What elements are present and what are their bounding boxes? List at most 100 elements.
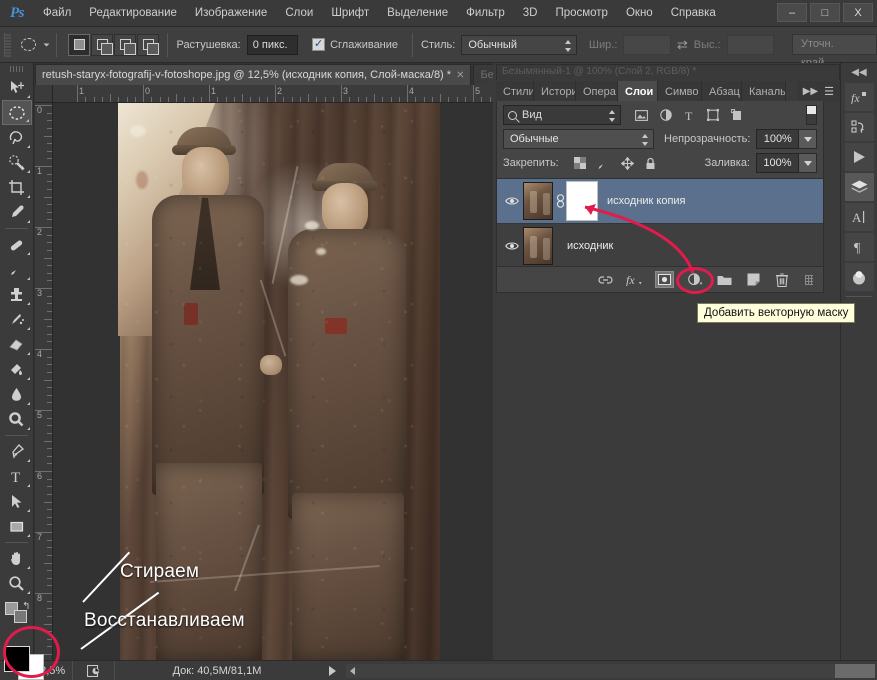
link-icon[interactable] bbox=[553, 194, 567, 208]
style-spinner-icon[interactable] bbox=[564, 39, 572, 53]
layer-name[interactable]: исходник bbox=[567, 240, 613, 252]
pixel-filter-icon[interactable] bbox=[635, 109, 648, 121]
document-tab-active[interactable]: retush-staryx-fotografij-v-fotoshope.jpg… bbox=[35, 64, 472, 85]
clone-stamp-tool[interactable] bbox=[2, 282, 32, 307]
tab-actions[interactable]: Опера bbox=[576, 81, 618, 102]
hand-tool[interactable] bbox=[2, 546, 32, 571]
menu-item-3d[interactable]: 3D bbox=[514, 0, 547, 27]
add-layer-mask-button[interactable] bbox=[655, 271, 674, 288]
tab-character[interactable]: Симво bbox=[658, 81, 702, 102]
new-layer-button[interactable] bbox=[745, 272, 761, 288]
status-expand-button[interactable] bbox=[319, 661, 346, 680]
lock-transparency-icon[interactable] bbox=[573, 157, 586, 169]
layer-mask-thumbnail[interactable] bbox=[566, 181, 598, 221]
height-input[interactable] bbox=[726, 34, 775, 55]
layer-filter-select[interactable]: Вид bbox=[503, 105, 621, 125]
swap-colors-icon[interactable]: ↰ bbox=[22, 601, 30, 612]
refine-edge-button[interactable]: Уточн. край... bbox=[792, 34, 877, 69]
panel-menu-icon[interactable]: ☰ bbox=[824, 85, 834, 98]
menu-item-edit[interactable]: Редактирование bbox=[80, 0, 186, 27]
subtract-from-selection-button[interactable] bbox=[114, 33, 137, 56]
tab-layers[interactable]: Слои bbox=[618, 81, 658, 102]
layers-rail-icon[interactable] bbox=[844, 173, 874, 201]
menu-item-help[interactable]: Справка bbox=[662, 0, 725, 27]
antialias-checkbox[interactable]: ✓ bbox=[312, 38, 326, 51]
opacity-value[interactable]: 100% bbox=[756, 129, 800, 149]
type-tool[interactable]: T bbox=[2, 464, 32, 489]
tab-styles[interactable]: Стили bbox=[496, 81, 534, 102]
layer-name[interactable]: исходник копия bbox=[607, 195, 686, 207]
close-tab-icon[interactable]: ✕ bbox=[456, 70, 464, 81]
quick-selection-tool[interactable] bbox=[2, 150, 32, 175]
blend-mode-select[interactable]: Обычные bbox=[503, 129, 655, 149]
secondary-document-tab[interactable]: Безымянный-1 @ 100% (Слой 2, RGB/8) * bbox=[496, 64, 840, 81]
double-chevron-right-icon[interactable]: ▶▶ bbox=[803, 86, 818, 97]
lasso-tool[interactable] bbox=[2, 125, 32, 150]
menu-item-type[interactable]: Шрифт bbox=[322, 0, 378, 27]
eraser-tool[interactable] bbox=[2, 332, 32, 357]
lock-image-icon[interactable] bbox=[597, 157, 610, 170]
blur-tool[interactable] bbox=[2, 382, 32, 407]
fill-value[interactable]: 100% bbox=[756, 153, 799, 173]
history-brush-tool[interactable] bbox=[2, 307, 32, 332]
layer-row-source[interactable]: исходник bbox=[497, 224, 823, 269]
status-horizontal-scrollbar[interactable] bbox=[346, 663, 875, 678]
maximize-button[interactable]: □ bbox=[810, 3, 840, 22]
tab-paragraph[interactable]: Абзац bbox=[702, 81, 742, 102]
actions-rail-icon[interactable] bbox=[844, 143, 874, 171]
shape-filter-icon[interactable] bbox=[707, 109, 719, 121]
status-scroll-thumb[interactable] bbox=[835, 663, 875, 678]
layer-visibility-toggle[interactable] bbox=[501, 241, 523, 251]
new-group-button[interactable] bbox=[716, 272, 732, 288]
canvas-area[interactable]: Стираем Восстанавливаем bbox=[53, 103, 493, 660]
menu-item-layers[interactable]: Слои bbox=[276, 0, 322, 27]
zoom-tool[interactable] bbox=[2, 571, 32, 596]
styles-rail-icon[interactable]: fx bbox=[844, 83, 874, 111]
layer-thumbnail[interactable] bbox=[523, 227, 553, 265]
add-to-selection-button[interactable] bbox=[91, 33, 114, 56]
menu-item-filter[interactable]: Фильтр bbox=[457, 0, 514, 27]
layer-style-button[interactable]: fx bbox=[626, 272, 642, 288]
smartobject-filter-icon[interactable] bbox=[731, 109, 743, 121]
style-select[interactable]: Обычный bbox=[461, 34, 577, 55]
layer-filter-spinner-icon[interactable] bbox=[609, 109, 616, 123]
panel-resize-grip[interactable] bbox=[805, 274, 813, 285]
gradient-tool[interactable] bbox=[2, 357, 32, 382]
character-rail-icon[interactable]: A bbox=[844, 203, 874, 231]
crop-tool[interactable] bbox=[2, 175, 32, 200]
menu-item-view[interactable]: Просмотр bbox=[546, 0, 617, 27]
adjustment-filter-icon[interactable] bbox=[660, 109, 672, 121]
menu-item-window[interactable]: Окно bbox=[617, 0, 662, 27]
menu-item-image[interactable]: Изображение bbox=[186, 0, 276, 27]
scroll-left-icon[interactable] bbox=[350, 666, 355, 675]
new-selection-button[interactable] bbox=[68, 33, 91, 56]
history-rail-icon[interactable] bbox=[844, 113, 874, 141]
tab-channels[interactable]: Каналь bbox=[742, 81, 786, 102]
lock-position-icon[interactable] bbox=[620, 156, 634, 170]
feather-input[interactable]: 0 пикс. bbox=[246, 34, 299, 55]
menu-item-select[interactable]: Выделение bbox=[378, 0, 457, 27]
paragraph-rail-icon[interactable]: ¶ bbox=[844, 233, 874, 261]
pen-tool[interactable] bbox=[2, 439, 32, 464]
fill-dropdown-button[interactable] bbox=[799, 153, 817, 173]
blend-mode-spinner-icon[interactable] bbox=[642, 133, 649, 147]
type-filter-icon[interactable]: T bbox=[684, 109, 695, 121]
options-bar-grip[interactable] bbox=[4, 32, 11, 57]
opacity-dropdown-button[interactable] bbox=[799, 129, 817, 149]
toolbar-grip[interactable] bbox=[9, 66, 24, 72]
dodge-tool[interactable] bbox=[2, 407, 32, 432]
tool-preset-chevron-icon[interactable] bbox=[43, 43, 49, 46]
delete-layer-button[interactable] bbox=[774, 272, 790, 288]
link-layers-button[interactable] bbox=[597, 272, 613, 288]
layer-visibility-toggle[interactable] bbox=[501, 196, 523, 206]
menu-item-file[interactable]: Файл bbox=[34, 0, 80, 27]
brush-tool[interactable] bbox=[2, 257, 32, 282]
layer-row-source-copy[interactable]: исходник копия bbox=[497, 179, 823, 224]
collapse-panels-icon[interactable]: ◀◀ bbox=[841, 63, 877, 81]
tab-history[interactable]: Истори bbox=[534, 81, 576, 102]
path-selection-tool[interactable] bbox=[2, 489, 32, 514]
width-input[interactable] bbox=[623, 34, 671, 55]
elliptical-marquee-tool[interactable] bbox=[1, 100, 32, 125]
document-info-icon[interactable] bbox=[72, 661, 114, 680]
filter-toggle-switch[interactable] bbox=[806, 105, 817, 125]
